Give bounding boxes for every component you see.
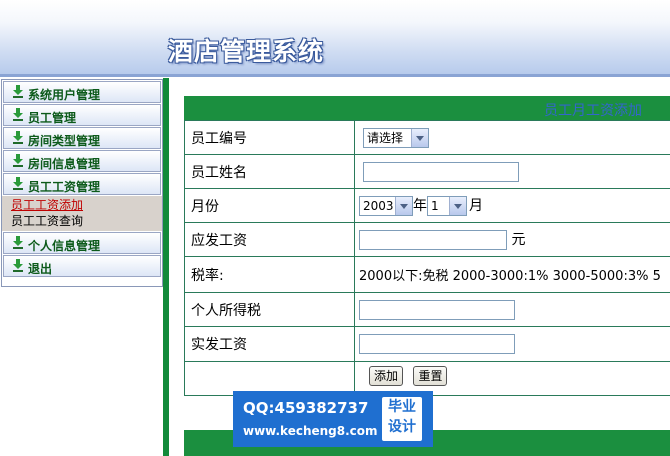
chevron-down-icon — [395, 197, 412, 215]
content-divider — [163, 78, 169, 456]
sidebar-item-label: 个人信息管理 — [28, 239, 101, 253]
form-row: 月份 2003 年 1 月 — [184, 188, 670, 223]
tax-rate-label: 税率: — [184, 256, 355, 293]
form-cell: 2003 年 1 月 — [354, 188, 670, 223]
employee-select-value: 请选择 — [367, 130, 404, 145]
form-cell: 请选择 — [354, 120, 670, 155]
download-arrow-icon — [13, 236, 23, 249]
month-select[interactable]: 1 — [427, 196, 467, 216]
year-select[interactable]: 2003 — [359, 196, 413, 216]
chevron-down-icon — [449, 197, 466, 215]
sidebar-item-label: 房间信息管理 — [28, 157, 101, 171]
watermark-badge-line1: 毕业 — [388, 399, 416, 415]
download-arrow-icon — [13, 131, 23, 144]
income-tax-input[interactable] — [359, 299, 515, 320]
employee-select[interactable]: 请选择 — [363, 127, 429, 148]
employee-name-label: 员工姓名 — [184, 154, 355, 189]
download-arrow-icon — [13, 259, 23, 272]
watermark-qq: QQ:459382737 — [243, 399, 369, 417]
sidebar-item-personal-info[interactable]: 个人信息管理 — [3, 232, 161, 254]
add-button[interactable]: 添加 — [369, 366, 404, 386]
year-select-value: 2003 — [363, 199, 394, 213]
net-pay-label: 实发工资 — [184, 326, 355, 362]
form-row: 员工编号 请选择 — [184, 120, 670, 155]
watermark-badge: 毕业 设计 — [382, 397, 422, 441]
download-arrow-icon — [13, 154, 23, 167]
form-row: 员工姓名 — [184, 154, 670, 189]
sidebar-item-system-users[interactable]: 系统用户管理 — [3, 81, 161, 103]
income-tax-label: 个人所得税 — [184, 292, 355, 327]
form-row: 实发工资 — [184, 326, 670, 362]
year-unit: 年 — [413, 198, 427, 214]
app-header: 酒店管理系统 — [0, 0, 670, 74]
form-cell: 元 — [354, 222, 670, 257]
watermark-url: www.kecheng8.com — [243, 424, 378, 438]
watermark: QQ:459382737 www.kecheng8.com 毕业 设计 — [233, 391, 433, 447]
form-row: 税率: 2000以下:免税 2000-3000:1% 3000-5000:3% … — [184, 256, 670, 293]
form-cell — [354, 326, 670, 362]
reset-button[interactable]: 重置 — [413, 366, 448, 386]
currency-unit: 元 — [511, 232, 526, 248]
form-row: 个人所得税 — [184, 292, 670, 327]
watermark-badge-line2: 设计 — [388, 419, 416, 435]
form-cell — [354, 154, 670, 189]
gross-pay-input[interactable] — [359, 230, 507, 250]
sidebar-item-room-info[interactable]: 房间信息管理 — [3, 150, 161, 172]
employee-id-label: 员工编号 — [184, 120, 355, 155]
sidebar-item-logout[interactable]: 退出 — [3, 255, 161, 277]
month-label: 月份 — [184, 188, 355, 223]
submenu-item-salary-query[interactable]: 员工工资查询 — [2, 213, 162, 229]
sidebar-item-room-types[interactable]: 房间类型管理 — [3, 127, 161, 149]
sidebar-item-employees[interactable]: 员工管理 — [3, 104, 161, 126]
form-cell — [354, 292, 670, 327]
form-title-bar: 员工月工资添加 — [184, 96, 670, 120]
tax-rate-text: 2000以下:免税 2000-3000:1% 3000-5000:3% 5 — [354, 256, 670, 293]
sidebar-item-label: 员工管理 — [28, 111, 77, 125]
chevron-down-icon — [411, 128, 428, 147]
month-select-value: 1 — [431, 199, 439, 213]
gross-pay-label: 应发工资 — [184, 222, 355, 257]
download-arrow-icon — [13, 177, 23, 190]
form-title: 员工月工资添加 — [544, 103, 642, 119]
submenu-item-salary-add[interactable]: 员工工资添加 — [2, 197, 162, 213]
header-divider — [0, 74, 670, 77]
sidebar-item-label: 房间类型管理 — [28, 134, 101, 148]
salary-form-table: 员工编号 请选择 员工姓名 月份 2003 年 1 月 应发工资 元 税率: 2… — [184, 120, 670, 396]
sidebar-item-label: 退出 — [28, 262, 53, 276]
month-unit: 月 — [469, 198, 483, 214]
sidebar-item-salary[interactable]: 员工工资管理 — [3, 173, 161, 195]
employee-name-input[interactable] — [363, 161, 519, 182]
sidebar-item-label: 系统用户管理 — [28, 88, 101, 102]
sidebar-item-label: 员工工资管理 — [28, 180, 101, 194]
sidebar: 系统用户管理 员工管理 房间类型管理 房间信息管理 员工工资管理 员工工资添加 … — [1, 79, 163, 287]
net-pay-input[interactable] — [359, 334, 515, 354]
download-arrow-icon — [13, 108, 23, 121]
salary-submenu: 员工工资添加 员工工资查询 — [2, 196, 162, 231]
app-title: 酒店管理系统 — [168, 37, 325, 66]
form-row: 应发工资 元 — [184, 222, 670, 257]
download-arrow-icon — [13, 85, 23, 98]
